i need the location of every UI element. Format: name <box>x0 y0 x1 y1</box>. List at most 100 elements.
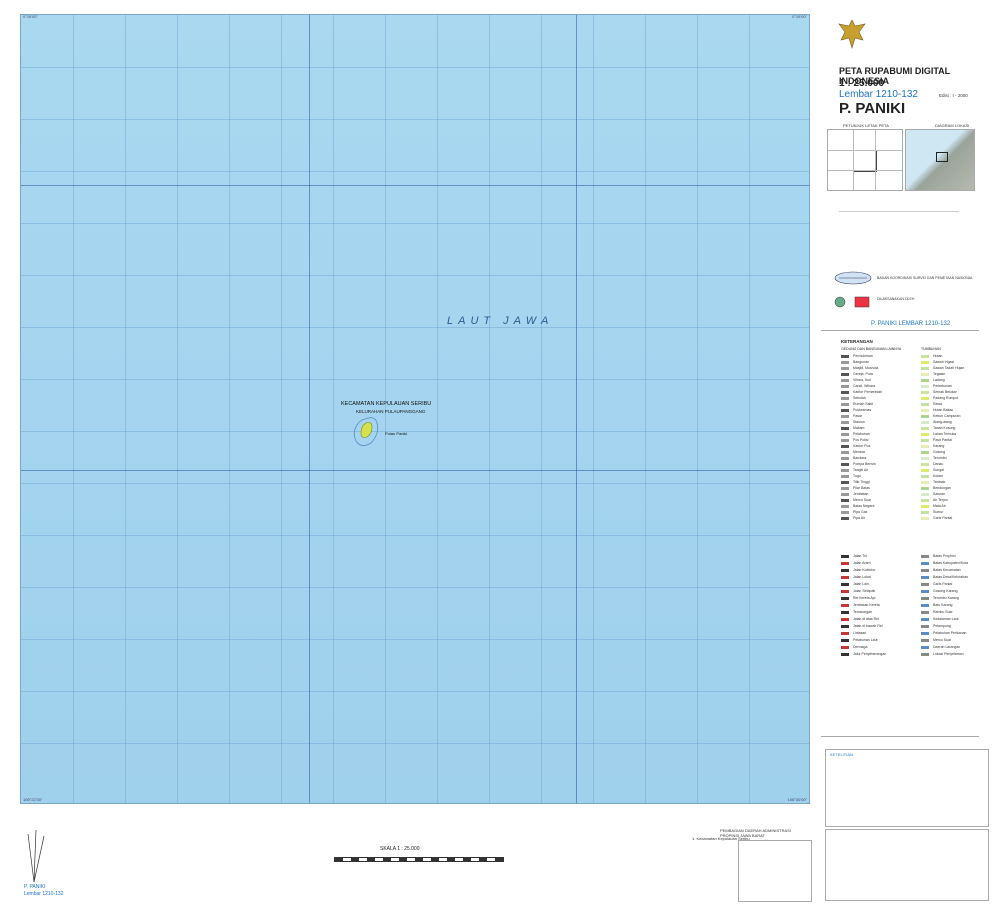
legend-item: Jalur Penyeberangan <box>841 652 886 656</box>
legend-symbol-icon <box>921 426 929 430</box>
corner-coordinate: 0°19'00" <box>23 14 38 19</box>
legend-item: Kebun Campuran <box>921 414 960 418</box>
legend-symbol-icon <box>921 468 929 472</box>
legend-symbol-icon <box>921 624 929 628</box>
legend-symbol-icon <box>841 638 849 642</box>
legend-symbol-icon <box>841 510 849 514</box>
legend-item: Batas Kecamatan <box>921 568 961 572</box>
legend-item: Menara <box>841 450 865 454</box>
legend-item: Kolam <box>921 474 943 478</box>
legend-symbol-icon <box>921 474 929 478</box>
legend-symbol-icon <box>841 408 849 412</box>
legend-item-label: Gereja, Pura <box>853 372 873 376</box>
legend-symbol-icon <box>841 390 849 394</box>
legend-item-label: Rel Kereta Api <box>853 596 876 600</box>
grid-line <box>21 379 809 380</box>
legend-symbol-icon <box>921 420 929 424</box>
legend-symbol-icon <box>841 372 849 376</box>
legend-item: Pos Polisi <box>841 438 868 442</box>
edition: Edisi : I - 2000 <box>939 93 968 98</box>
legend-item-label: Perkebunan <box>933 384 952 388</box>
legend-item: Gosong <box>921 450 945 454</box>
grid-line <box>21 743 809 744</box>
legend-symbol-icon <box>921 589 929 593</box>
sheet-index-map[interactable] <box>827 129 903 191</box>
legend-symbol-icon <box>841 438 849 442</box>
legend-item-label: Bandara <box>853 456 867 460</box>
legend-item-label: Semak Belukar <box>933 390 957 394</box>
legend-symbol-icon <box>841 426 849 430</box>
legend-item: Kantor Pos <box>841 444 870 448</box>
legend-item-label: Gosong <box>933 450 946 454</box>
parallel-line <box>21 185 809 186</box>
legend-item-label: Lahan Terbuka <box>933 432 957 436</box>
legend-item-label: Tanah Kosong <box>933 426 956 430</box>
legend-item-label: Batas Propinsi <box>933 554 956 558</box>
legend-item: Jalan Setapak <box>841 589 875 593</box>
garuda-emblem-icon <box>838 19 866 50</box>
legend-item-label: Air Terjun <box>933 498 948 502</box>
legend-item: Semak Belukar <box>921 390 957 394</box>
legend-item-label: Jalan Arteri <box>853 561 871 565</box>
legend-symbol-icon <box>841 414 849 418</box>
reliability-title: KETELITIAN <box>830 752 853 757</box>
legend-item: Garis Pantai <box>921 516 952 520</box>
legend-symbol-icon <box>841 468 849 472</box>
grid-line <box>21 535 809 536</box>
location-diagram[interactable] <box>905 129 975 191</box>
legend-item-label: Tugu <box>853 474 861 478</box>
grid-line <box>73 15 74 803</box>
legend-item: Batu Karang <box>921 603 952 607</box>
corner-coordinate: 0°19'00" <box>792 14 807 19</box>
legend-symbol-icon <box>841 504 849 508</box>
legend-symbol-icon <box>841 554 849 558</box>
legend-item-label: Rambu Suar <box>933 610 953 614</box>
legend-symbol-icon <box>921 360 929 364</box>
legend-item-label: Pelabuhan Perikanan <box>933 631 967 635</box>
legend-item-label: Batas Negara <box>853 504 875 508</box>
legend-item: Pipa Gas <box>841 510 867 514</box>
legend-item-label: Pelampung <box>933 624 951 628</box>
legend-symbol-icon <box>841 396 849 400</box>
parallel-line <box>21 470 809 471</box>
divider <box>821 330 979 331</box>
legend-symbol-icon <box>921 396 929 400</box>
map-area[interactable]: 0°19'00" 0°19'00" 106°22'30" 106°30'00" … <box>20 14 810 804</box>
legend-item-label: Pasir Pantai <box>933 438 952 442</box>
legend-symbol-icon <box>841 486 849 490</box>
legend-item-label: Rawa <box>933 402 942 406</box>
legend-item: Mercu Suar <box>921 638 951 642</box>
legend-column-2: Hutan Sawah Irigasi Sawah Tadah Hujan Tegal… <box>921 354 987 544</box>
utm-table <box>825 829 989 901</box>
legend-symbol-icon <box>841 366 849 370</box>
legend-symbol-icon <box>921 582 929 586</box>
legend-item-label: Menara <box>853 450 865 454</box>
legend-item: Sumur <box>921 510 943 514</box>
map-scale: 1 : 25.000 <box>839 78 885 89</box>
legend-symbol-icon <box>921 603 929 607</box>
legend-item: Vihara, Kuil <box>841 378 871 382</box>
projection-info <box>839 211 959 242</box>
legend-symbol-icon <box>921 384 929 388</box>
legend-item: Alang-alang <box>921 420 952 424</box>
legend-symbol-icon <box>921 438 929 442</box>
legend-symbol-icon <box>921 456 929 460</box>
legend-item-label: Tambak <box>933 480 946 484</box>
legend-item-label: Jalan Lain <box>853 582 869 586</box>
legend-symbol-icon <box>921 432 929 436</box>
legend-item: Bangunan <box>841 360 869 364</box>
legend-symbol-icon <box>841 474 849 478</box>
legend-item: Stasiun <box>841 420 865 424</box>
legend-symbol-icon <box>841 603 849 607</box>
legend-symbol-icon <box>921 486 929 490</box>
legend-item-label: Terumbu Karang <box>933 596 959 600</box>
legend-symbol-icon <box>921 652 929 656</box>
legend-item-label: Jalan di bawah Rel <box>853 624 883 628</box>
legend-item-label: Alang-alang <box>933 420 952 424</box>
legend-symbol-icon <box>921 402 929 406</box>
admin-inset-map[interactable] <box>738 840 812 902</box>
legend-item-label: Makam <box>853 426 865 430</box>
legend-item-label: Garis Pantai <box>933 516 953 520</box>
legend-symbol-icon <box>841 456 849 460</box>
grid-line <box>21 171 809 172</box>
